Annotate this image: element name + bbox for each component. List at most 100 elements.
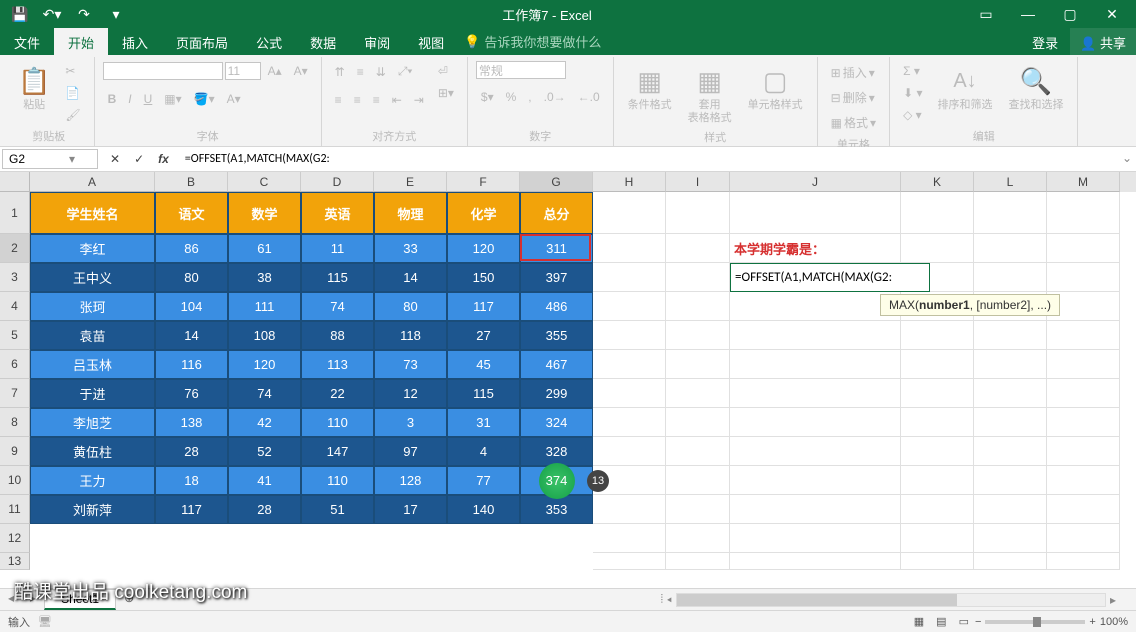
cell-M8[interactable]	[1047, 408, 1120, 437]
cell-H13[interactable]	[593, 553, 666, 570]
cell-H9[interactable]	[593, 437, 666, 466]
cell-D8[interactable]: 110	[301, 408, 374, 437]
cell-F10[interactable]: 77	[447, 466, 520, 495]
cell-M6[interactable]	[1047, 350, 1120, 379]
cell-M12[interactable]	[1047, 524, 1120, 553]
row-header-6[interactable]: 6	[0, 350, 30, 379]
cell-I8[interactable]	[666, 408, 730, 437]
cell-F8[interactable]: 31	[447, 408, 520, 437]
col-header-B[interactable]: B	[155, 172, 228, 192]
cell-E3[interactable]: 14	[374, 263, 447, 292]
cell-H5[interactable]	[593, 321, 666, 350]
cell-L12[interactable]	[974, 524, 1047, 553]
cell-E7[interactable]: 12	[374, 379, 447, 408]
cell-K11[interactable]	[901, 495, 974, 524]
row-header-12[interactable]: 12	[0, 524, 30, 553]
underline-button[interactable]: U	[139, 89, 158, 109]
cell-J2[interactable]: 本学期学霸是：	[730, 234, 901, 263]
col-header-M[interactable]: M	[1047, 172, 1120, 192]
cell-I6[interactable]	[666, 350, 730, 379]
cell-B5[interactable]: 14	[155, 321, 228, 350]
close-icon[interactable]: ✕	[1092, 0, 1132, 28]
align-center-icon[interactable]: ≡	[349, 90, 366, 110]
cell-A11[interactable]: 刘新萍	[30, 495, 155, 524]
cell-F6[interactable]: 45	[447, 350, 520, 379]
tab-data[interactable]: 数据	[296, 28, 350, 55]
cell-H2[interactable]	[593, 234, 666, 263]
cell-M3[interactable]	[1047, 263, 1120, 292]
sort-filter-button[interactable]: A↓排序和筛选	[931, 61, 998, 114]
redo-icon[interactable]: ↷	[72, 2, 96, 26]
cell-F11[interactable]: 140	[447, 495, 520, 524]
cell-B2[interactable]: 86	[155, 234, 228, 263]
border-icon[interactable]: ▦▾	[159, 89, 186, 109]
indent-inc-icon[interactable]: ⇥	[409, 90, 429, 110]
cell-I11[interactable]	[666, 495, 730, 524]
cell-H8[interactable]	[593, 408, 666, 437]
horizontal-scrollbar[interactable]: ⦙ ◂▸	[142, 589, 1136, 610]
row-header-11[interactable]: 11	[0, 495, 30, 524]
name-box-input[interactable]	[9, 152, 69, 166]
cell-M1[interactable]	[1047, 192, 1120, 234]
cell-A8[interactable]: 李旭芝	[30, 408, 155, 437]
cut-icon[interactable]: ✂	[60, 61, 85, 81]
tab-view[interactable]: 视图	[404, 28, 458, 55]
paste-button[interactable]: 📋粘贴	[12, 61, 56, 114]
col-header-I[interactable]: I	[666, 172, 730, 192]
cell-F4[interactable]: 117	[447, 292, 520, 321]
cell-H1[interactable]	[593, 192, 666, 234]
fx-icon[interactable]: fx	[154, 150, 173, 168]
cell-J5[interactable]	[730, 321, 901, 350]
tab-review[interactable]: 审阅	[350, 28, 404, 55]
table-format-button[interactable]: ▦套用 表格格式	[682, 61, 738, 127]
fill-icon[interactable]: ⬇ ▾	[898, 83, 927, 103]
cell-A10[interactable]: 王力	[30, 466, 155, 495]
cell-I12[interactable]	[666, 524, 730, 553]
row-header-5[interactable]: 5	[0, 321, 30, 350]
font-size-input[interactable]	[225, 62, 261, 80]
cell-I1[interactable]	[666, 192, 730, 234]
format-painter-icon[interactable]: 🖌	[60, 105, 85, 125]
cell-L7[interactable]	[974, 379, 1047, 408]
cell-G9[interactable]: 328	[520, 437, 593, 466]
col-header-E[interactable]: E	[374, 172, 447, 192]
cell-M10[interactable]	[1047, 466, 1120, 495]
cell-M2[interactable]	[1047, 234, 1120, 263]
cell-G2[interactable]: 311	[520, 234, 593, 263]
align-middle-icon[interactable]: ≡	[352, 62, 369, 82]
col-header-L[interactable]: L	[974, 172, 1047, 192]
cell-G1[interactable]: 总分	[520, 192, 593, 234]
cell-L3[interactable]	[974, 263, 1047, 292]
undo-icon[interactable]: ↶▾	[40, 2, 64, 26]
col-header-D[interactable]: D	[301, 172, 374, 192]
cell-C1[interactable]: 数学	[228, 192, 301, 234]
cell-M7[interactable]	[1047, 379, 1120, 408]
name-box[interactable]: ▾	[2, 149, 98, 169]
currency-icon[interactable]: $▾	[476, 87, 499, 107]
cell-I4[interactable]	[666, 292, 730, 321]
cell-A7[interactable]: 于进	[30, 379, 155, 408]
italic-button[interactable]: I	[123, 89, 136, 109]
ribbon-options-icon[interactable]: ▭	[966, 0, 1006, 28]
cell-A9[interactable]: 黄伍柱	[30, 437, 155, 466]
cell-L10[interactable]	[974, 466, 1047, 495]
formula-input[interactable]	[179, 147, 1118, 171]
cell-K9[interactable]	[901, 437, 974, 466]
align-left-icon[interactable]: ≡	[330, 90, 347, 110]
cell-E6[interactable]: 73	[374, 350, 447, 379]
merge-icon[interactable]: ⊞▾	[433, 83, 459, 103]
cell-I10[interactable]	[666, 466, 730, 495]
cell-K5[interactable]	[901, 321, 974, 350]
tab-layout[interactable]: 页面布局	[162, 28, 242, 55]
align-bottom-icon[interactable]: ⇊	[371, 62, 391, 82]
cell-A4[interactable]: 张珂	[30, 292, 155, 321]
cell-J6[interactable]	[730, 350, 901, 379]
inc-decimal-icon[interactable]: .0→	[539, 87, 571, 107]
cell-C4[interactable]: 111	[228, 292, 301, 321]
cell-C5[interactable]: 108	[228, 321, 301, 350]
row-header-2[interactable]: 2	[0, 234, 30, 263]
share-button[interactable]: 👤 共享	[1070, 28, 1136, 55]
view-page-layout-icon[interactable]: ▤	[930, 613, 952, 630]
select-all-corner[interactable]	[0, 172, 30, 192]
cell-F9[interactable]: 4	[447, 437, 520, 466]
